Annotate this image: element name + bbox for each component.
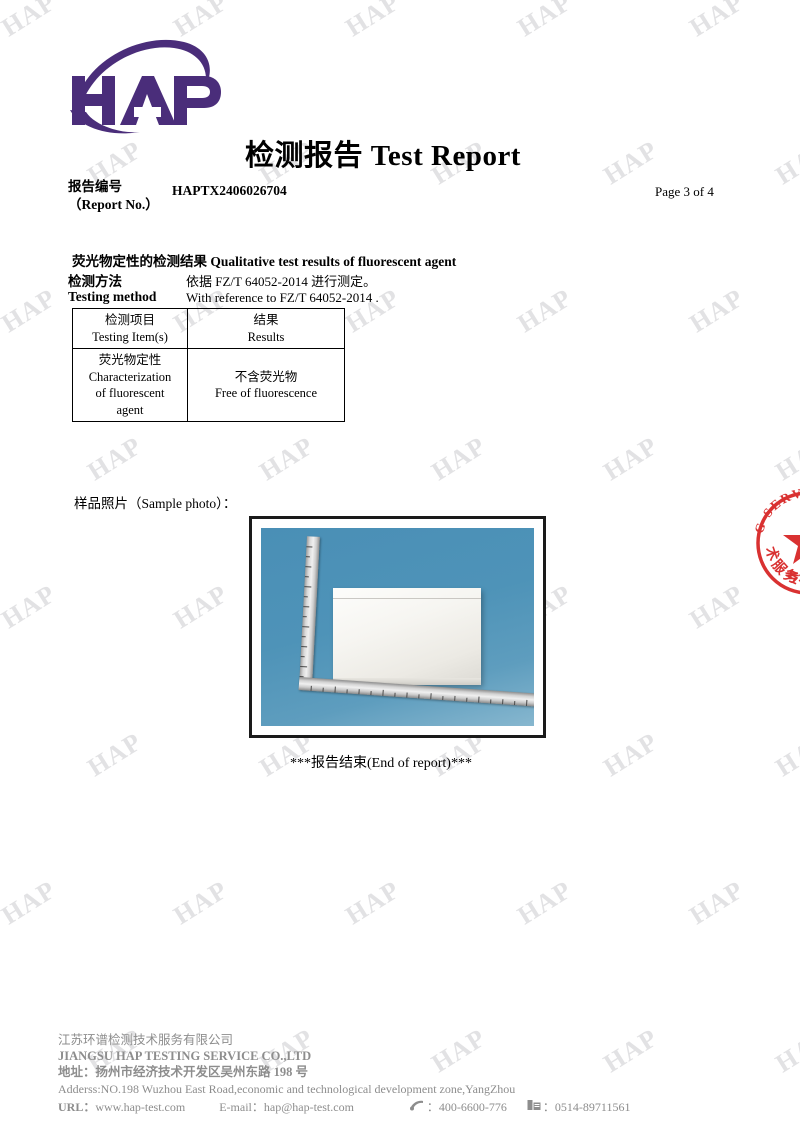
table-cell-item: 荧光物定性 Characterization of fluorescent ag… bbox=[72, 348, 188, 422]
footer-address-cn: 地址：扬州市经济技术开发区吴州东路 198 号 bbox=[58, 1065, 309, 1079]
phone-icon bbox=[409, 1098, 425, 1116]
item-en-line3: agent bbox=[116, 402, 144, 417]
item-en-line2: of fluorescent bbox=[95, 386, 165, 400]
svg-text:G SERVICE CO: G SERVICE CO bbox=[751, 485, 800, 535]
document-page: 检测报告 Test Report 报告编号 （Report No.） HAPTX… bbox=[0, 0, 800, 1131]
end-of-report-text: ***报告结束(End of report)*** bbox=[290, 756, 472, 771]
table-header-item-cn: 检测项目 bbox=[104, 313, 155, 327]
footer-phone-value: ：400-6600-776 bbox=[426, 1100, 507, 1114]
hap-logo bbox=[58, 24, 223, 139]
table-header-row: 检测项目 Testing Item(s) 结果 Results bbox=[72, 308, 345, 349]
table-header-item: 检测项目 Testing Item(s) bbox=[72, 308, 188, 349]
sample-photo-label: 样品照片（Sample photo）： bbox=[74, 496, 237, 511]
result-cn: 不含荧光物 bbox=[234, 369, 298, 384]
table-header-result-cn: 结果 bbox=[253, 313, 279, 327]
footer-contact-line: URL： www.hap-test.com E-mail： hap@hap-te… bbox=[58, 1098, 758, 1116]
report-no-label: 报告编号 （Report No.） bbox=[68, 178, 159, 214]
result-en: Free of fluorescence bbox=[214, 386, 318, 400]
sample-photo-frame bbox=[249, 516, 546, 738]
page-footer: 江苏环谱检测技术服务有限公司 JIANGSU HAP TESTING SERVI… bbox=[58, 1032, 758, 1116]
table-header-item-en: Testing Item(s) bbox=[92, 329, 168, 344]
page-indicator: Page 3 of 4 bbox=[655, 184, 714, 199]
report-no-label-cn: 报告编号 bbox=[68, 179, 122, 194]
footer-email-label: E-mail： bbox=[219, 1100, 264, 1114]
ruler-vertical-arm bbox=[299, 536, 320, 689]
company-seal-stamp: G SERVICE CO 术服务有限公司 专用章 bbox=[748, 483, 800, 603]
table-row: 荧光物定性 Characterization of fluorescent ag… bbox=[72, 348, 345, 422]
footer-url-value[interactable]: www.hap-test.com bbox=[95, 1098, 185, 1116]
footer-email-value[interactable]: hap@hap-test.com bbox=[264, 1098, 354, 1116]
report-no-label-en: （Report No.） bbox=[68, 197, 159, 212]
footer-fax-value: ：0514-89711561 bbox=[542, 1100, 631, 1114]
method-value-en: With reference to FZ/T 64052-2014 . bbox=[186, 290, 379, 305]
svg-text:专用章: 专用章 bbox=[786, 570, 800, 586]
section-heading: 荧光物定性的检测结果 Qualitative test results of f… bbox=[72, 254, 457, 269]
method-label-cn: 检测方法 bbox=[68, 274, 122, 289]
fabric-sample bbox=[333, 588, 481, 684]
footer-url-label: URL： bbox=[58, 1100, 96, 1114]
method-value-cn: 依据 FZ/T 64052-2014 进行测定。 bbox=[186, 274, 377, 289]
item-cn: 荧光物定性 bbox=[98, 353, 162, 367]
results-table: 检测项目 Testing Item(s) 结果 Results 荧光物定性 Ch… bbox=[72, 308, 345, 422]
report-no-value: HAPTX2406026704 bbox=[172, 183, 287, 198]
page-title: 检测报告 Test Report bbox=[245, 140, 521, 172]
fax-icon bbox=[527, 1098, 541, 1116]
footer-company-cn: 江苏环谱检测技术服务有限公司 bbox=[58, 1033, 234, 1047]
footer-company-en: JIANGSU HAP TESTING SERVICE CO.,LTD bbox=[58, 1049, 312, 1063]
method-label-en: Testing method bbox=[68, 289, 157, 304]
table-cell-result: 不含荧光物 Free of fluorescence bbox=[187, 348, 345, 422]
table-header-result-en: Results bbox=[247, 329, 285, 344]
sample-photo-image bbox=[261, 528, 534, 726]
footer-address-en: Adderss:NO.198 Wuzhou East Road,economic… bbox=[58, 1082, 516, 1096]
table-header-result: 结果 Results bbox=[187, 308, 345, 349]
item-en-line1: Characterization bbox=[88, 369, 172, 384]
